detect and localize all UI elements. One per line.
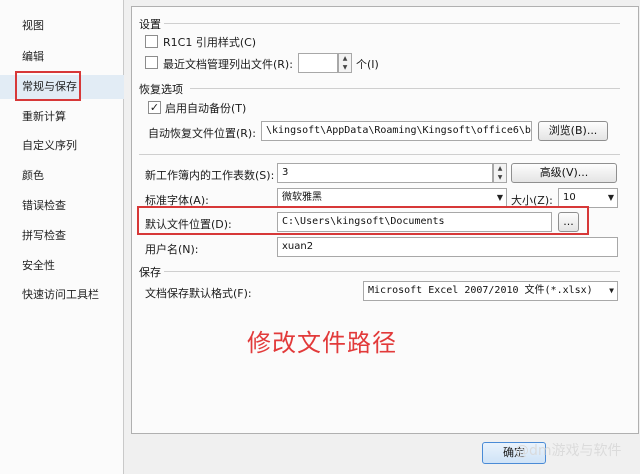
- recovery-group-title: 恢复选项: [139, 83, 183, 96]
- spin-down-icon[interactable]: ▼: [339, 63, 351, 72]
- settings-group-title: 设置: [139, 18, 161, 31]
- recent-files-suffix: 个(I): [356, 58, 379, 71]
- default-location-input[interactable]: C:\Users\kingsoft\Documents: [277, 212, 552, 232]
- font-size-select[interactable]: 10 ▼: [558, 188, 618, 208]
- autorecover-location-input[interactable]: \kingsoft\AppData\Roaming\Kingsoft\offic…: [261, 121, 532, 141]
- spin-up-icon[interactable]: ▲: [339, 54, 351, 63]
- autobackup-checkbox[interactable]: ✓: [148, 101, 161, 114]
- recovery-divider: [190, 88, 620, 89]
- sidebar-item-edit[interactable]: 编辑: [0, 45, 124, 69]
- settings-divider: [164, 23, 620, 24]
- sidebar-item-spell-check[interactable]: 拼写检查: [0, 224, 124, 248]
- r1c1-label: R1C1 引用样式(C): [163, 36, 257, 49]
- sidebar-item-view[interactable]: 视图: [0, 14, 124, 38]
- save-group-title: 保存: [139, 266, 161, 279]
- sidebar-item-color[interactable]: 颜色: [0, 164, 124, 188]
- autobackup-label: 启用自动备份(T): [165, 102, 247, 115]
- chevron-down-icon: ▼: [609, 286, 614, 295]
- sidebar-item-custom-list[interactable]: 自定义序列: [0, 134, 124, 158]
- font-size-value: 10: [563, 192, 576, 203]
- chevron-down-icon: ▼: [496, 193, 503, 202]
- sidebar-item-security[interactable]: 安全性: [0, 254, 124, 278]
- default-format-label: 文档保存默认格式(F):: [145, 287, 252, 300]
- autorecover-location-label: 自动恢复文件位置(R):: [148, 127, 256, 140]
- sidebar-item-recalc[interactable]: 重新计算: [0, 105, 124, 129]
- recent-files-spinner[interactable]: ▲ ▼: [338, 53, 352, 73]
- username-label: 用户名(N):: [145, 243, 199, 256]
- browse-button[interactable]: 浏览(B)...: [538, 121, 608, 141]
- standard-font-select[interactable]: 微软雅黑 ▼: [277, 188, 507, 208]
- sheets-count-spinner[interactable]: ▲ ▼: [493, 163, 507, 183]
- standard-font-label: 标准字体(A):: [145, 194, 209, 207]
- sidebar: 视图 编辑 常规与保存 重新计算 自定义序列 颜色 错误检查 拼写检查 安全性 …: [0, 0, 124, 474]
- general-divider: [139, 154, 620, 155]
- sheets-count-input[interactable]: 3: [277, 163, 493, 183]
- default-location-label: 默认文件位置(D):: [145, 218, 232, 231]
- recent-files-label: 最近文档管理列出文件(R):: [163, 58, 293, 71]
- sheets-count-label: 新工作簿内的工作表数(S):: [145, 169, 275, 182]
- spin-up-icon[interactable]: ▲: [494, 164, 506, 173]
- default-format-value: Microsoft Excel 2007/2010 文件(*.xlsx): [368, 285, 593, 296]
- default-location-browse-button[interactable]: ...: [558, 212, 579, 232]
- sidebar-item-general-save[interactable]: 常规与保存: [0, 75, 124, 99]
- recent-files-checkbox[interactable]: [145, 56, 158, 69]
- recent-files-count-input[interactable]: [298, 53, 338, 73]
- sidebar-item-error-check[interactable]: 错误检查: [0, 194, 124, 218]
- annotation-text: 修改文件路径: [247, 329, 397, 357]
- r1c1-checkbox[interactable]: [145, 35, 158, 48]
- font-size-label: 大小(Z):: [511, 194, 553, 207]
- spin-down-icon[interactable]: ▼: [494, 173, 506, 182]
- watermark: @dm游戏与软件: [515, 443, 622, 459]
- default-format-select[interactable]: Microsoft Excel 2007/2010 文件(*.xlsx) ▼: [363, 281, 618, 301]
- sidebar-item-quick-access[interactable]: 快速访问工具栏: [0, 283, 124, 307]
- chevron-down-icon: ▼: [607, 193, 614, 202]
- standard-font-value: 微软雅黑: [282, 192, 322, 203]
- save-divider: [164, 271, 620, 272]
- username-input[interactable]: xuan2: [277, 237, 618, 257]
- advanced-button[interactable]: 高级(V)...: [511, 163, 617, 183]
